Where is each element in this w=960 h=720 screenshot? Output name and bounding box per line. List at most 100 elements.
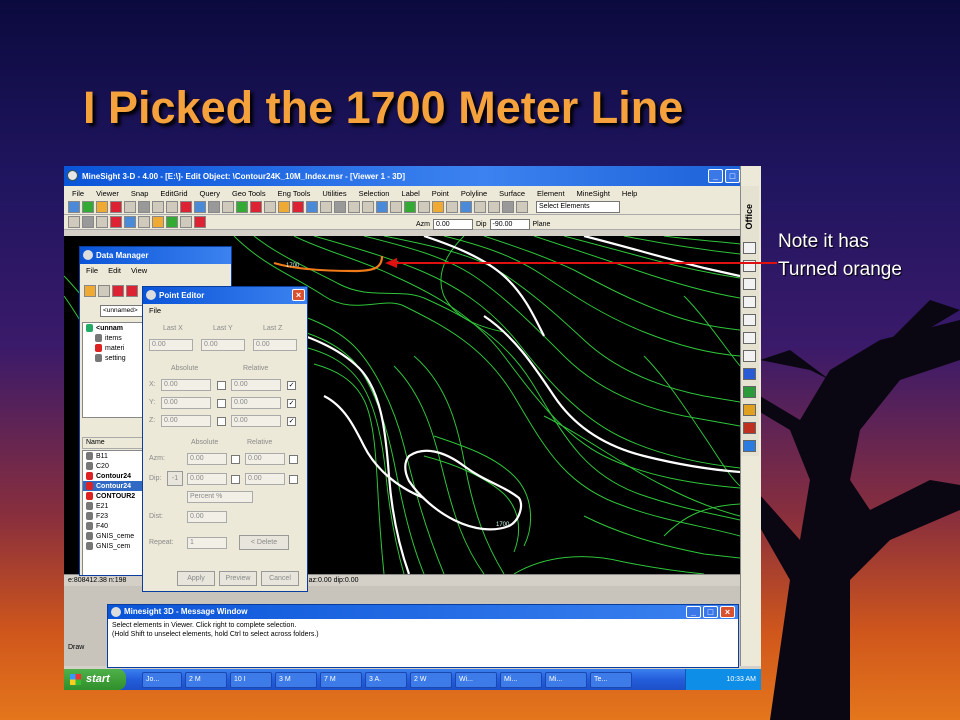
system-tray-clock[interactable]: 10:33 AM (685, 669, 761, 690)
menu-minesight[interactable]: MineSight (577, 189, 610, 198)
x-lock-checkbox[interactable] (217, 381, 226, 390)
tool-icon[interactable] (180, 216, 192, 228)
menu-eng-tools[interactable]: Eng Tools (278, 189, 311, 198)
tool-icon[interactable] (222, 201, 234, 213)
office-app-icon[interactable] (743, 314, 756, 326)
dip-absolute-field[interactable]: 0.00 (187, 473, 227, 485)
tool-icon[interactable] (264, 201, 276, 213)
menu-surface[interactable]: Surface (499, 189, 525, 198)
draw-menu[interactable]: Draw (68, 644, 84, 651)
tool-icon[interactable] (194, 216, 206, 228)
x-absolute-field[interactable]: 0.00 (161, 379, 211, 391)
z-relative-field[interactable]: 0.00 (231, 415, 281, 427)
tool-icon[interactable] (446, 201, 458, 213)
x-relative-checkbox[interactable]: ✓ (287, 381, 296, 390)
tool-icon[interactable] (376, 201, 388, 213)
menu-label[interactable]: Label (401, 189, 419, 198)
delete-button[interactable]: < Delete (239, 535, 289, 550)
taskbar-item[interactable]: Wi... (455, 671, 497, 688)
menu-editgrid[interactable]: EditGrid (160, 189, 187, 198)
z-lock-checkbox[interactable] (217, 417, 226, 426)
taskbar-item[interactable]: Mi... (500, 671, 542, 688)
tree-root[interactable]: <unnam (83, 323, 144, 333)
tool-icon[interactable] (96, 201, 108, 213)
list-item[interactable]: CONTOUR2 (83, 491, 144, 501)
azm-relative-checkbox[interactable] (289, 455, 298, 464)
repeat-field[interactable]: 1 (187, 537, 227, 549)
taskbar-item[interactable]: 7 M (320, 671, 362, 688)
tree-item[interactable]: materi (83, 343, 144, 353)
y-absolute-field[interactable]: 0.00 (161, 397, 211, 409)
x-relative-field[interactable]: 0.00 (231, 379, 281, 391)
tool-icon[interactable] (334, 201, 346, 213)
tool-icon[interactable] (208, 201, 220, 213)
tool-icon[interactable] (96, 216, 108, 228)
menu-snap[interactable]: Snap (131, 189, 149, 198)
taskbar-item[interactable]: 2 W (410, 671, 452, 688)
menu-geo-tools[interactable]: Geo Tools (232, 189, 266, 198)
tool-icon[interactable] (138, 216, 150, 228)
tool-icon[interactable] (152, 201, 164, 213)
minimize-button[interactable]: _ (686, 606, 701, 618)
menu-file[interactable]: File (72, 189, 84, 198)
close-button[interactable]: × (720, 606, 735, 618)
tool-icon[interactable] (390, 201, 402, 213)
dip-checkbox[interactable] (231, 475, 240, 484)
tool-icon[interactable] (112, 285, 124, 297)
office-app-icon[interactable] (743, 350, 756, 362)
azm-absolute-field[interactable]: 0.00 (187, 453, 227, 465)
z-relative-checkbox[interactable]: ✓ (287, 417, 296, 426)
tool-icon[interactable] (516, 201, 528, 213)
y-relative-field[interactable]: 0.00 (231, 397, 281, 409)
office-app-icon[interactable] (743, 242, 756, 254)
tool-icon[interactable] (166, 201, 178, 213)
tool-icon[interactable] (138, 201, 150, 213)
list-item[interactable]: GNIS_cem (83, 541, 144, 551)
list-item[interactable]: C20 (83, 461, 144, 471)
close-button[interactable]: × (292, 289, 305, 301)
tool-icon[interactable] (82, 201, 94, 213)
list-item-selected[interactable]: Contour24 (83, 481, 144, 491)
tool-icon[interactable] (236, 201, 248, 213)
taskbar-item[interactable]: 3 A. (365, 671, 407, 688)
taskbar-item[interactable]: Mi... (545, 671, 587, 688)
menu-selection[interactable]: Selection (359, 189, 390, 198)
list-header-name[interactable]: Name (82, 437, 145, 449)
tool-icon[interactable] (460, 201, 472, 213)
azm-relative-field[interactable]: 0.00 (245, 453, 285, 465)
taskbar-item[interactable]: 10 I (230, 671, 272, 688)
tool-icon[interactable] (152, 216, 164, 228)
office-app-icon[interactable] (743, 422, 756, 434)
apply-button[interactable]: Apply (177, 571, 215, 586)
menu-element[interactable]: Element (537, 189, 565, 198)
tool-icon[interactable] (432, 201, 444, 213)
tool-icon[interactable] (110, 201, 122, 213)
maximize-button[interactable]: □ (703, 606, 718, 618)
minimize-button[interactable]: _ (708, 169, 723, 183)
tool-icon[interactable] (404, 201, 416, 213)
tool-icon[interactable] (306, 201, 318, 213)
word-icon[interactable] (743, 368, 756, 380)
tool-icon[interactable] (488, 201, 500, 213)
y-relative-checkbox[interactable]: ✓ (287, 399, 296, 408)
path-selector[interactable]: <unnamed> (100, 305, 144, 317)
list-item[interactable]: GNIS_ceme (83, 531, 144, 541)
z-absolute-field[interactable]: 0.00 (161, 415, 211, 427)
tool-icon[interactable] (348, 201, 360, 213)
cancel-button[interactable]: Cancel (261, 571, 299, 586)
menu-help[interactable]: Help (622, 189, 637, 198)
tool-icon[interactable] (292, 201, 304, 213)
taskbar-item[interactable]: 2 M (185, 671, 227, 688)
tool-icon[interactable] (194, 201, 206, 213)
list-item[interactable]: E21 (83, 501, 144, 511)
dist-field[interactable]: 0.00 (187, 511, 227, 523)
tool-icon[interactable] (98, 285, 110, 297)
tool-icon[interactable] (166, 216, 178, 228)
list-item[interactable]: Contour24 (83, 471, 144, 481)
tree-item[interactable]: setting (83, 353, 144, 363)
y-lock-checkbox[interactable] (217, 399, 226, 408)
list-item[interactable]: F23 (83, 511, 144, 521)
menu-edit[interactable]: Edit (108, 266, 121, 275)
tool-icon[interactable] (418, 201, 430, 213)
list-item[interactable]: B11 (83, 451, 144, 461)
